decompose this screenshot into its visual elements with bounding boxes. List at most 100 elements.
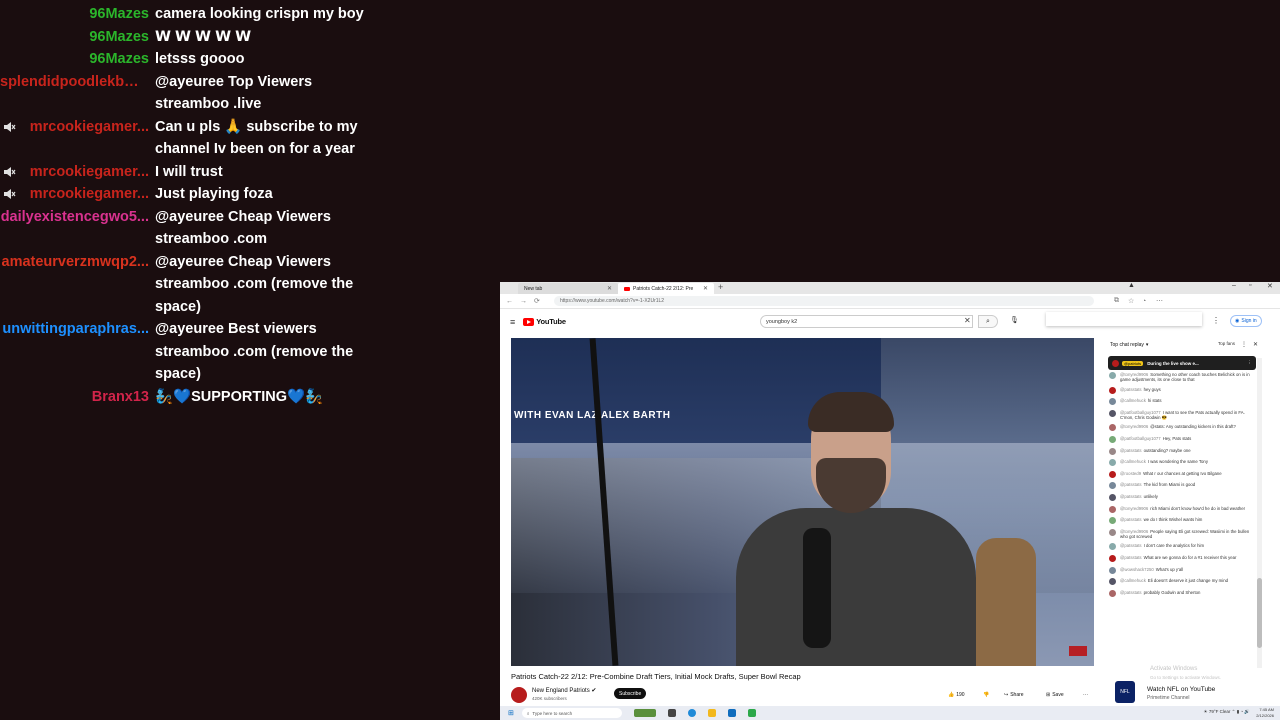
chat-avatar[interactable] bbox=[1109, 517, 1116, 525]
chat-avatar[interactable] bbox=[1109, 459, 1116, 467]
chat-more-icon[interactable]: ⋮ bbox=[1241, 341, 1247, 348]
chat-avatar[interactable] bbox=[1109, 409, 1116, 417]
profile-icon[interactable]: ◔ bbox=[1142, 298, 1156, 305]
new-tab-icon[interactable]: + bbox=[718, 282, 723, 292]
chat-author[interactable]: @patsstats bbox=[1120, 590, 1142, 595]
chat-author[interactable]: @patsstats bbox=[1120, 482, 1142, 487]
chat-username[interactable]: amateurverzmwqp2... bbox=[2, 251, 149, 274]
search-input[interactable]: youngboy k2 bbox=[760, 315, 973, 328]
chat-username[interactable]: mrcookiegamer... bbox=[30, 116, 149, 139]
chat-avatar[interactable] bbox=[1109, 543, 1116, 551]
more-options-icon[interactable]: ⋮ bbox=[1212, 316, 1220, 325]
pinned-more-icon[interactable]: ⋮ bbox=[1248, 360, 1253, 366]
chat-username[interactable]: splendidpoodlekbm... bbox=[0, 71, 149, 94]
task-view-icon[interactable] bbox=[667, 709, 676, 717]
save-button[interactable]: ⊞ Save bbox=[1046, 689, 1064, 700]
chat-mode-dropdown[interactable]: Top chat replay bbox=[1110, 342, 1144, 348]
recommendation-title[interactable]: Watch NFL on YouTube bbox=[1147, 686, 1215, 693]
chat-username[interactable]: Branx13 bbox=[92, 386, 149, 409]
chat-author[interactable]: @patsstats bbox=[1120, 448, 1142, 453]
microphone-icon[interactable]: 🎙 bbox=[1010, 316, 1019, 324]
chat-author[interactable]: @patsstats bbox=[1120, 387, 1142, 392]
taskbar-search-input[interactable]: ⌕ Type here to search bbox=[521, 708, 622, 718]
close-tab-icon[interactable]: ✕ bbox=[703, 285, 708, 292]
chat-avatar[interactable] bbox=[1109, 528, 1116, 536]
chat-author[interactable]: @tonyred9906 bbox=[1120, 506, 1148, 511]
xbox-icon[interactable] bbox=[747, 709, 756, 717]
share-button[interactable]: ↪ Share bbox=[1004, 689, 1024, 700]
edge-icon[interactable] bbox=[687, 709, 696, 717]
system-tray[interactable]: ☀ 79°F Clear ⌃ ▮ ◔ 🔊 bbox=[1204, 709, 1250, 715]
chat-author[interactable]: @callmehuck bbox=[1120, 459, 1146, 464]
dislike-button[interactable]: 👎 bbox=[983, 689, 989, 700]
chat-username[interactable]: mrcookiegamer... bbox=[30, 183, 149, 206]
chat-avatar[interactable] bbox=[1109, 493, 1116, 501]
browser-menu-icon[interactable]: ⋯ bbox=[1156, 297, 1170, 305]
reload-icon[interactable]: ⟳ bbox=[534, 297, 548, 305]
chat-author[interactable]: @callmehuck bbox=[1120, 578, 1146, 583]
chat-avatar[interactable] bbox=[1109, 424, 1116, 432]
chat-author[interactable]: @patfootballguy1077 bbox=[1120, 436, 1161, 441]
chat-avatar[interactable] bbox=[1109, 470, 1116, 478]
video-player[interactable]: WITH EVAN LAZ ALEX BARTH bbox=[511, 338, 1094, 666]
chat-author[interactable]: @patsstats bbox=[1120, 555, 1142, 560]
chat-avatar[interactable] bbox=[1109, 372, 1116, 379]
favorites-icon[interactable]: ☆ bbox=[1128, 297, 1142, 305]
chat-avatar[interactable] bbox=[1109, 447, 1116, 455]
clear-search-icon[interactable]: ✕ bbox=[964, 316, 971, 325]
nfl-logo[interactable]: NFL bbox=[1115, 681, 1135, 703]
back-icon[interactable]: ← bbox=[506, 298, 520, 305]
chat-avatar[interactable] bbox=[1109, 554, 1116, 562]
close-chat-icon[interactable]: ✕ bbox=[1253, 341, 1258, 348]
maximize-icon[interactable]: ▫ bbox=[1249, 282, 1251, 289]
chat-author[interactable]: @patsstats bbox=[1120, 517, 1142, 522]
chat-avatar[interactable] bbox=[1109, 505, 1116, 513]
chat-avatar[interactable] bbox=[1109, 589, 1116, 597]
like-button[interactable]: 👍 190 bbox=[948, 689, 965, 700]
chat-username[interactable]: mrcookiegamer... bbox=[30, 161, 149, 184]
chat-username[interactable]: 96Mazes bbox=[89, 26, 149, 49]
pinned-message[interactable]: @patriots During the live show e... ⋮ bbox=[1108, 356, 1256, 370]
chat-author[interactable]: @roosted9 bbox=[1120, 471, 1141, 476]
chat-message-text: hi stats bbox=[1147, 398, 1162, 404]
chat-author[interactable]: @patsstats bbox=[1120, 494, 1142, 499]
chat-username[interactable]: unwittingparaphras... bbox=[2, 318, 149, 341]
chat-author[interactable]: @callmehuck bbox=[1120, 398, 1146, 403]
chat-author[interactable]: @patsstats bbox=[1120, 543, 1142, 548]
top-fans-button[interactable]: Top fans bbox=[1218, 341, 1235, 348]
close-tab-icon[interactable]: ✕ bbox=[607, 285, 612, 292]
chat-avatar[interactable] bbox=[1109, 386, 1116, 394]
search-button[interactable]: ⌕ bbox=[978, 315, 998, 328]
taskbar-clock[interactable]: 7:45 AM 2/12/2026 bbox=[1256, 707, 1274, 718]
file-explorer-icon[interactable] bbox=[707, 709, 716, 717]
sign-in-button[interactable]: ◉ Sign in bbox=[1230, 315, 1262, 327]
taskbar-widget-icon[interactable] bbox=[633, 709, 656, 717]
chat-author[interactable]: @wowshack7250 bbox=[1120, 567, 1154, 572]
chat-avatar[interactable] bbox=[1109, 566, 1116, 574]
chat-avatar[interactable] bbox=[1109, 435, 1116, 443]
subscribe-button[interactable]: Subscribe bbox=[614, 688, 647, 699]
youtube-logo[interactable]: YouTube bbox=[523, 317, 566, 326]
scrollbar-thumb[interactable] bbox=[1257, 578, 1262, 648]
more-actions-button[interactable]: ··· bbox=[1083, 689, 1088, 700]
chat-username[interactable]: 96Mazes bbox=[89, 3, 149, 26]
channel-name[interactable]: New England Patriots ✔ bbox=[532, 687, 596, 694]
windows-start-icon[interactable]: ⊞ bbox=[508, 709, 514, 717]
tab-youtube-video[interactable]: Patriots Catch-22 2/12: Pre ✕ bbox=[618, 283, 714, 294]
chat-username[interactable]: 96Mazes bbox=[89, 48, 149, 71]
extensions-icon[interactable]: ⧉ bbox=[1114, 297, 1128, 305]
chat-author[interactable]: @tonyred9906 bbox=[1120, 424, 1148, 429]
hamburger-menu-icon[interactable]: ≡ bbox=[510, 317, 515, 327]
close-window-icon[interactable]: ✕ bbox=[1267, 282, 1273, 290]
chat-avatar[interactable] bbox=[1109, 578, 1116, 586]
mail-icon[interactable] bbox=[727, 709, 736, 717]
chat-username[interactable]: dailyexistencegwo5... bbox=[1, 206, 149, 229]
minimize-icon[interactable]: – bbox=[1232, 282, 1236, 289]
channel-avatar[interactable] bbox=[511, 687, 527, 703]
url-input[interactable]: https://www.youtube.com/watch?v=-1-X2Ur1… bbox=[554, 296, 1094, 306]
chat-scrollbar[interactable] bbox=[1257, 358, 1262, 668]
forward-icon[interactable]: → bbox=[520, 298, 534, 305]
chat-avatar[interactable] bbox=[1109, 482, 1116, 490]
chat-avatar[interactable] bbox=[1109, 398, 1116, 406]
tab-new-tab[interactable]: New tab ✕ bbox=[518, 283, 618, 294]
